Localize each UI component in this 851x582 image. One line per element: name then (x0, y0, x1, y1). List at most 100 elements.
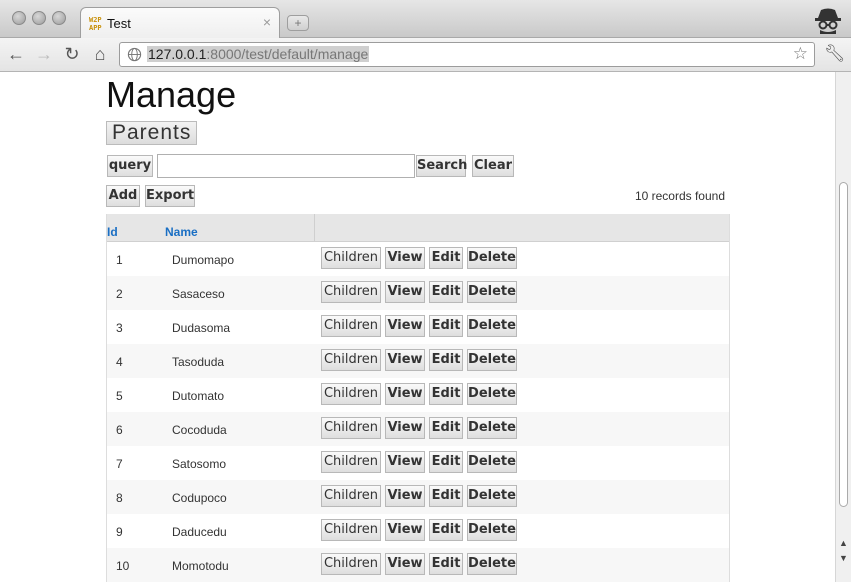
children-button[interactable]: Children (321, 349, 381, 371)
view-button[interactable]: View (385, 519, 425, 541)
edit-button[interactable]: Edit (429, 315, 463, 337)
table-body: 1 Dumomapo Children View Edit Delete 2 Sasaceso… (107, 242, 729, 582)
children-button[interactable]: Children (321, 451, 381, 473)
column-divider (314, 214, 315, 241)
home-icon[interactable]: ⌂ (90, 44, 110, 64)
table-row: 1 Dumomapo Children View Edit Delete (107, 242, 729, 276)
reload-icon[interactable]: ↻ (62, 44, 82, 64)
browser-tab[interactable]: W2P APP Test × (80, 7, 280, 38)
bookmark-star-icon[interactable]: ☆ (793, 44, 808, 64)
edit-button[interactable]: Edit (429, 519, 463, 541)
export-button[interactable]: Export (145, 185, 195, 207)
delete-button[interactable]: Delete (467, 383, 517, 405)
wrench-icon[interactable]: 🔧︎ (824, 44, 846, 64)
window-minimize-control[interactable] (32, 11, 46, 25)
back-icon[interactable]: ← (6, 44, 26, 64)
scrollbar-thumb[interactable] (839, 182, 848, 507)
edit-button[interactable]: Edit (429, 383, 463, 405)
delete-button[interactable]: Delete (467, 485, 517, 507)
cell-id: 8 (116, 491, 123, 505)
children-button[interactable]: Children (321, 417, 381, 439)
view-button[interactable]: View (385, 281, 425, 303)
edit-button[interactable]: Edit (429, 485, 463, 507)
table-row: 2 Sasaceso Children View Edit Delete (107, 276, 729, 310)
cell-name: Sasaceso (172, 287, 225, 301)
children-button[interactable]: Children (321, 485, 381, 507)
records-found-text: 10 records found (634, 189, 725, 203)
delete-button[interactable]: Delete (467, 519, 517, 541)
children-button[interactable]: Children (321, 383, 381, 405)
delete-button[interactable]: Delete (467, 451, 517, 473)
cell-name: Tasoduda (172, 355, 225, 369)
children-button[interactable]: Children (321, 281, 381, 303)
delete-button[interactable]: Delete (467, 247, 517, 269)
edit-button[interactable]: Edit (429, 281, 463, 303)
children-button[interactable]: Children (321, 519, 381, 541)
cell-id: 2 (116, 287, 123, 301)
children-button[interactable]: Children (321, 247, 381, 269)
parents-section-button[interactable]: Parents (106, 121, 198, 145)
table-row: 8 Codupoco Children View Edit Delete (107, 480, 729, 514)
globe-icon (127, 47, 142, 62)
table-row: 6 Cocoduda Children View Edit Delete (107, 412, 729, 446)
table-row: 5 Dutomato Children View Edit Delete (107, 378, 729, 412)
view-button[interactable]: View (385, 349, 425, 371)
cell-name: Cocoduda (172, 423, 227, 437)
view-button[interactable]: View (385, 247, 425, 269)
url-text: 127.0.0.1:8000/test/default/manage (147, 46, 370, 62)
url-host: 127.0.0.1 (148, 46, 207, 62)
web2py-favicon-icon: W2P APP (89, 16, 102, 32)
add-button[interactable]: Add (106, 185, 140, 207)
delete-button[interactable]: Delete (467, 553, 517, 575)
view-button[interactable]: View (385, 553, 425, 575)
column-header-id[interactable]: Id (107, 225, 118, 239)
view-button[interactable]: View (385, 451, 425, 473)
table-row: 9 Daducedu Children View Edit Delete (107, 514, 729, 548)
cell-id: 3 (116, 321, 123, 335)
new-tab-button[interactable]: + (287, 15, 309, 31)
delete-button[interactable]: Delete (467, 281, 517, 303)
window-close-control[interactable] (12, 11, 26, 25)
cell-id: 4 (116, 355, 123, 369)
view-button[interactable]: View (385, 485, 425, 507)
tab-close-icon[interactable]: × (263, 14, 271, 30)
clear-button[interactable]: Clear (472, 155, 514, 177)
column-header-name[interactable]: Name (165, 225, 198, 239)
edit-button[interactable]: Edit (429, 417, 463, 439)
delete-button[interactable]: Delete (467, 315, 517, 337)
tab-title: Test (107, 16, 131, 31)
table-row: 3 Dudasoma Children View Edit Delete (107, 310, 729, 344)
view-button[interactable]: View (385, 417, 425, 439)
cell-name: Momotodu (172, 559, 229, 573)
cell-name: Dutomato (172, 389, 225, 403)
cell-id: 5 (116, 389, 123, 403)
search-input[interactable] (157, 154, 415, 178)
table-row: 10 Momotodu Children View Edit Delete (107, 548, 729, 582)
cell-id: 9 (116, 525, 123, 539)
vertical-scrollbar[interactable]: ▲ ▼ (835, 72, 851, 582)
children-button[interactable]: Children (321, 315, 381, 337)
edit-button[interactable]: Edit (429, 553, 463, 575)
children-button[interactable]: Children (321, 553, 381, 575)
table-header: Id Name (107, 214, 729, 242)
cell-id: 6 (116, 423, 123, 437)
records-table: Id Name 1 Dumomapo Children View Edit Delete 2… (106, 214, 730, 582)
address-bar[interactable]: 127.0.0.1:8000/test/default/manage ☆ (119, 42, 815, 67)
view-button[interactable]: View (385, 383, 425, 405)
delete-button[interactable]: Delete (467, 349, 517, 371)
query-button[interactable]: query (107, 155, 153, 177)
scroll-down-icon[interactable]: ▼ (838, 553, 849, 563)
edit-button[interactable]: Edit (429, 451, 463, 473)
cell-id: 1 (116, 253, 123, 267)
forward-icon[interactable]: → (34, 44, 54, 64)
table-row: 7 Satosomo Children View Edit Delete (107, 446, 729, 480)
edit-button[interactable]: Edit (429, 247, 463, 269)
edit-button[interactable]: Edit (429, 349, 463, 371)
search-button[interactable]: Search (416, 155, 467, 177)
view-button[interactable]: View (385, 315, 425, 337)
delete-button[interactable]: Delete (467, 417, 517, 439)
scroll-up-icon[interactable]: ▲ (838, 538, 849, 548)
window-zoom-control[interactable] (52, 11, 66, 25)
incognito-icon (815, 8, 841, 34)
table-row: 4 Tasoduda Children View Edit Delete (107, 344, 729, 378)
